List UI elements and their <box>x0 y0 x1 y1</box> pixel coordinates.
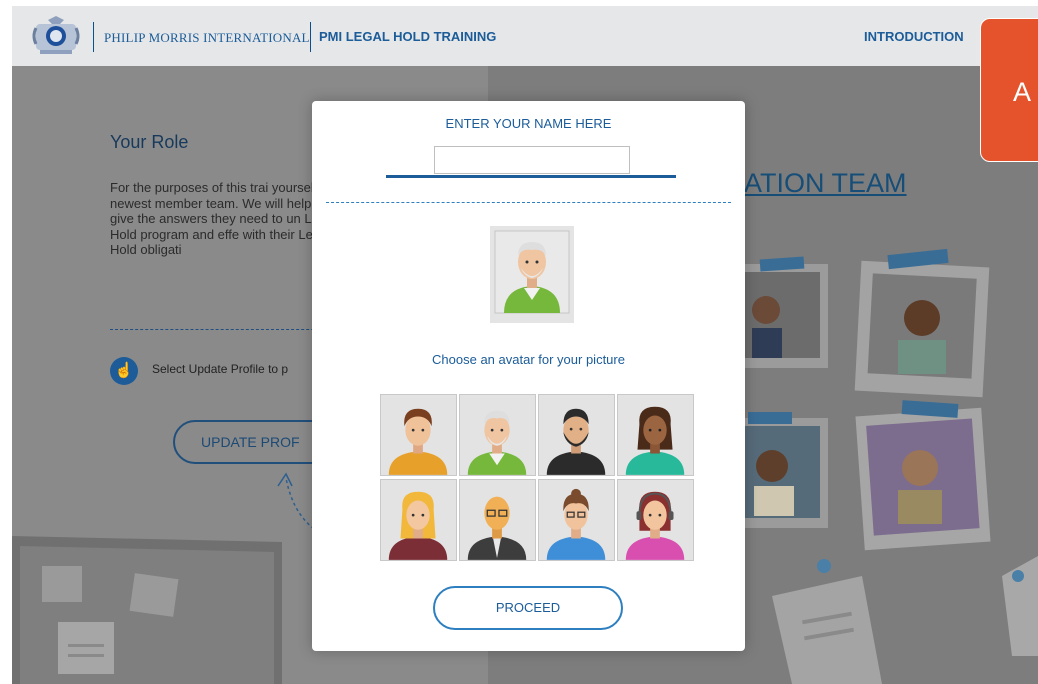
avatar-option-woman-glasses[interactable] <box>538 479 615 561</box>
nav-introduction[interactable]: INTRODUCTION <box>864 29 964 44</box>
avatar-option-woman-teal[interactable] <box>617 394 694 476</box>
header-divider <box>310 22 311 52</box>
profile-modal: ENTER YOUR NAME HERE Choose an avatar fo… <box>312 101 745 651</box>
avatar-option-young-man[interactable] <box>380 394 457 476</box>
update-profile-hint: Select Update Profile to p <box>152 362 289 376</box>
course-title: PMI LEGAL HOLD TRAINING <box>319 29 497 44</box>
avatar-option-woman-blonde[interactable] <box>380 479 457 561</box>
header-divider <box>93 22 94 52</box>
company-name: PHILIP MORRIS INTERNATIONAL <box>104 30 310 45</box>
avatar-option-bearded-man[interactable] <box>538 394 615 476</box>
top-header: PHILIP MORRIS INTERNATIONAL PMI LEGAL HO… <box>12 6 1038 66</box>
team-heading: ATION TEAM <box>744 168 907 198</box>
role-title: Your Role <box>110 132 189 152</box>
orange-corner-badge[interactable]: A <box>980 18 1038 162</box>
badge-text: A <box>1013 77 1032 107</box>
choose-avatar-label: Choose an avatar for your picture <box>432 352 625 367</box>
pmi-crest-logo <box>30 14 82 58</box>
name-label: ENTER YOUR NAME HERE <box>445 116 612 131</box>
pointer-hand-icon: ☝ <box>110 357 138 385</box>
name-input[interactable] <box>434 146 630 174</box>
avatar-grid <box>380 394 696 562</box>
avatar-option-woman-headset[interactable] <box>617 479 694 561</box>
selected-avatar-preview <box>490 226 574 323</box>
avatar-option-bald-man-glasses[interactable] <box>459 479 536 561</box>
name-underline <box>386 175 676 178</box>
proceed-button[interactable]: PROCEED <box>433 586 623 630</box>
dashed-divider <box>326 202 731 203</box>
team-photos-illustration <box>732 248 1038 684</box>
avatar-option-older-man[interactable] <box>459 394 536 476</box>
